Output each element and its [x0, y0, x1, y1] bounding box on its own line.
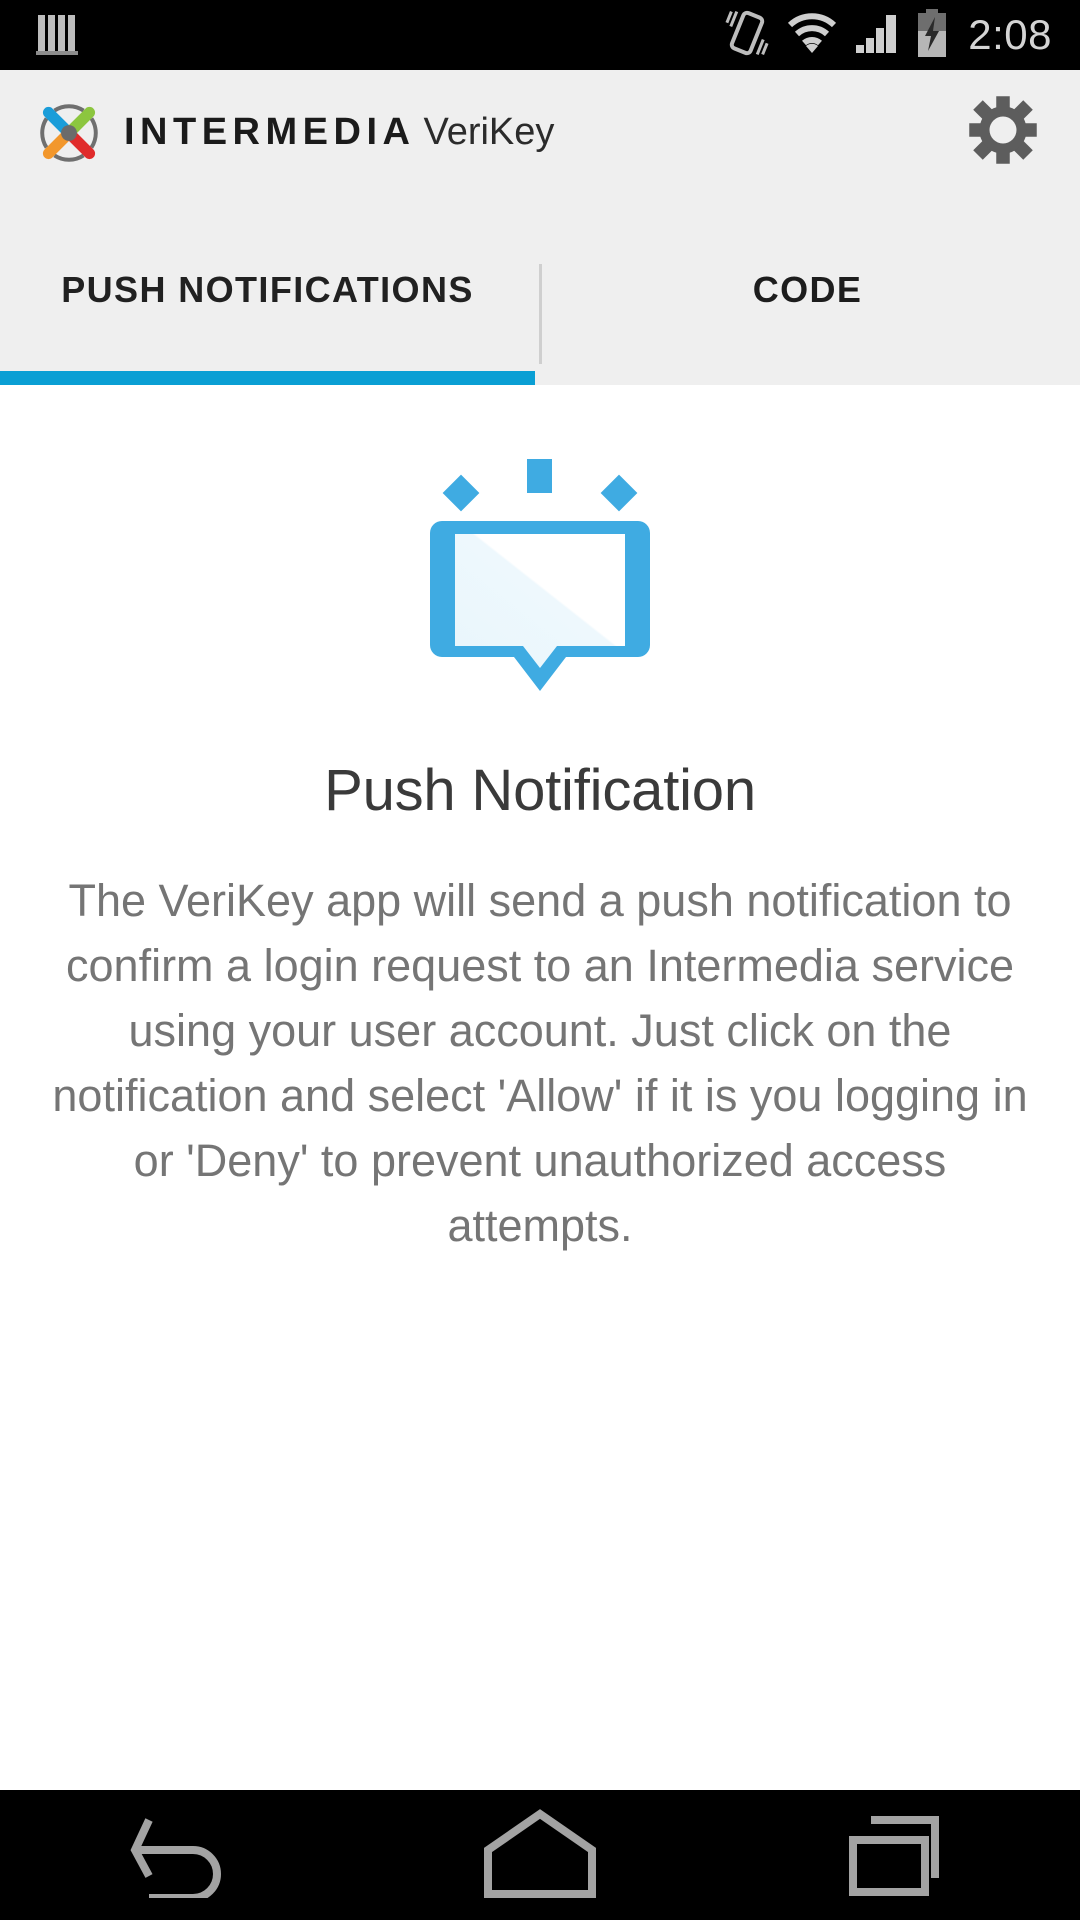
tab-code[interactable]: CODE: [535, 195, 1080, 385]
status-bar-clock: 2:08: [968, 11, 1052, 58]
back-button[interactable]: [90, 1790, 270, 1920]
settings-button[interactable]: [966, 96, 1040, 170]
cellular-signal-icon: [852, 11, 900, 60]
status-bar-left: [0, 15, 82, 55]
status-bar-right: 2:08: [722, 8, 1080, 63]
recents-button[interactable]: [810, 1790, 990, 1920]
battery-charging-icon: [914, 8, 950, 62]
status-bar: 2:08: [0, 0, 1080, 70]
tab-code-label: CODE: [752, 269, 863, 310]
brand-name: INTERMEDIA: [124, 111, 416, 153]
main-content: Push Notification The VeriKey app will s…: [0, 385, 1080, 1790]
home-button[interactable]: [450, 1790, 630, 1920]
tab-divider: [539, 264, 542, 364]
push-notification-bubble-icon: [422, 447, 658, 695]
sim-signal-icon-svg: [36, 15, 78, 55]
tab-active-indicator: [0, 371, 535, 385]
home-icon: [480, 1808, 600, 1903]
back-arrow-icon: [125, 1808, 235, 1903]
product-name: VeriKey: [423, 111, 555, 153]
intermedia-logo-icon: [36, 100, 102, 166]
page-description: The VeriKey app will send a push notific…: [52, 875, 1028, 1251]
wifi-icon: [786, 11, 838, 60]
vibrate-icon: [722, 8, 772, 63]
sim-signal-icon: [36, 15, 82, 55]
app-bar: INTERMEDIA VeriKey: [0, 70, 1080, 195]
illustration-container: [0, 385, 1080, 695]
gear-icon: [967, 94, 1039, 171]
android-navigation-bar: [0, 1790, 1080, 1920]
recents-icon: [845, 1808, 955, 1903]
brand: INTERMEDIA VeriKey: [0, 100, 554, 166]
page-title: Push Notification: [324, 758, 756, 823]
tab-push-notifications-label: PUSH NOTIFICATIONS: [61, 269, 474, 310]
tab-push-notifications[interactable]: PUSH NOTIFICATIONS: [0, 195, 535, 385]
app-screen: 2:08 INTERMEDIA VeriKey PUSH NOTIFICATIO…: [0, 0, 1080, 1920]
brand-text: INTERMEDIA VeriKey: [102, 111, 554, 154]
